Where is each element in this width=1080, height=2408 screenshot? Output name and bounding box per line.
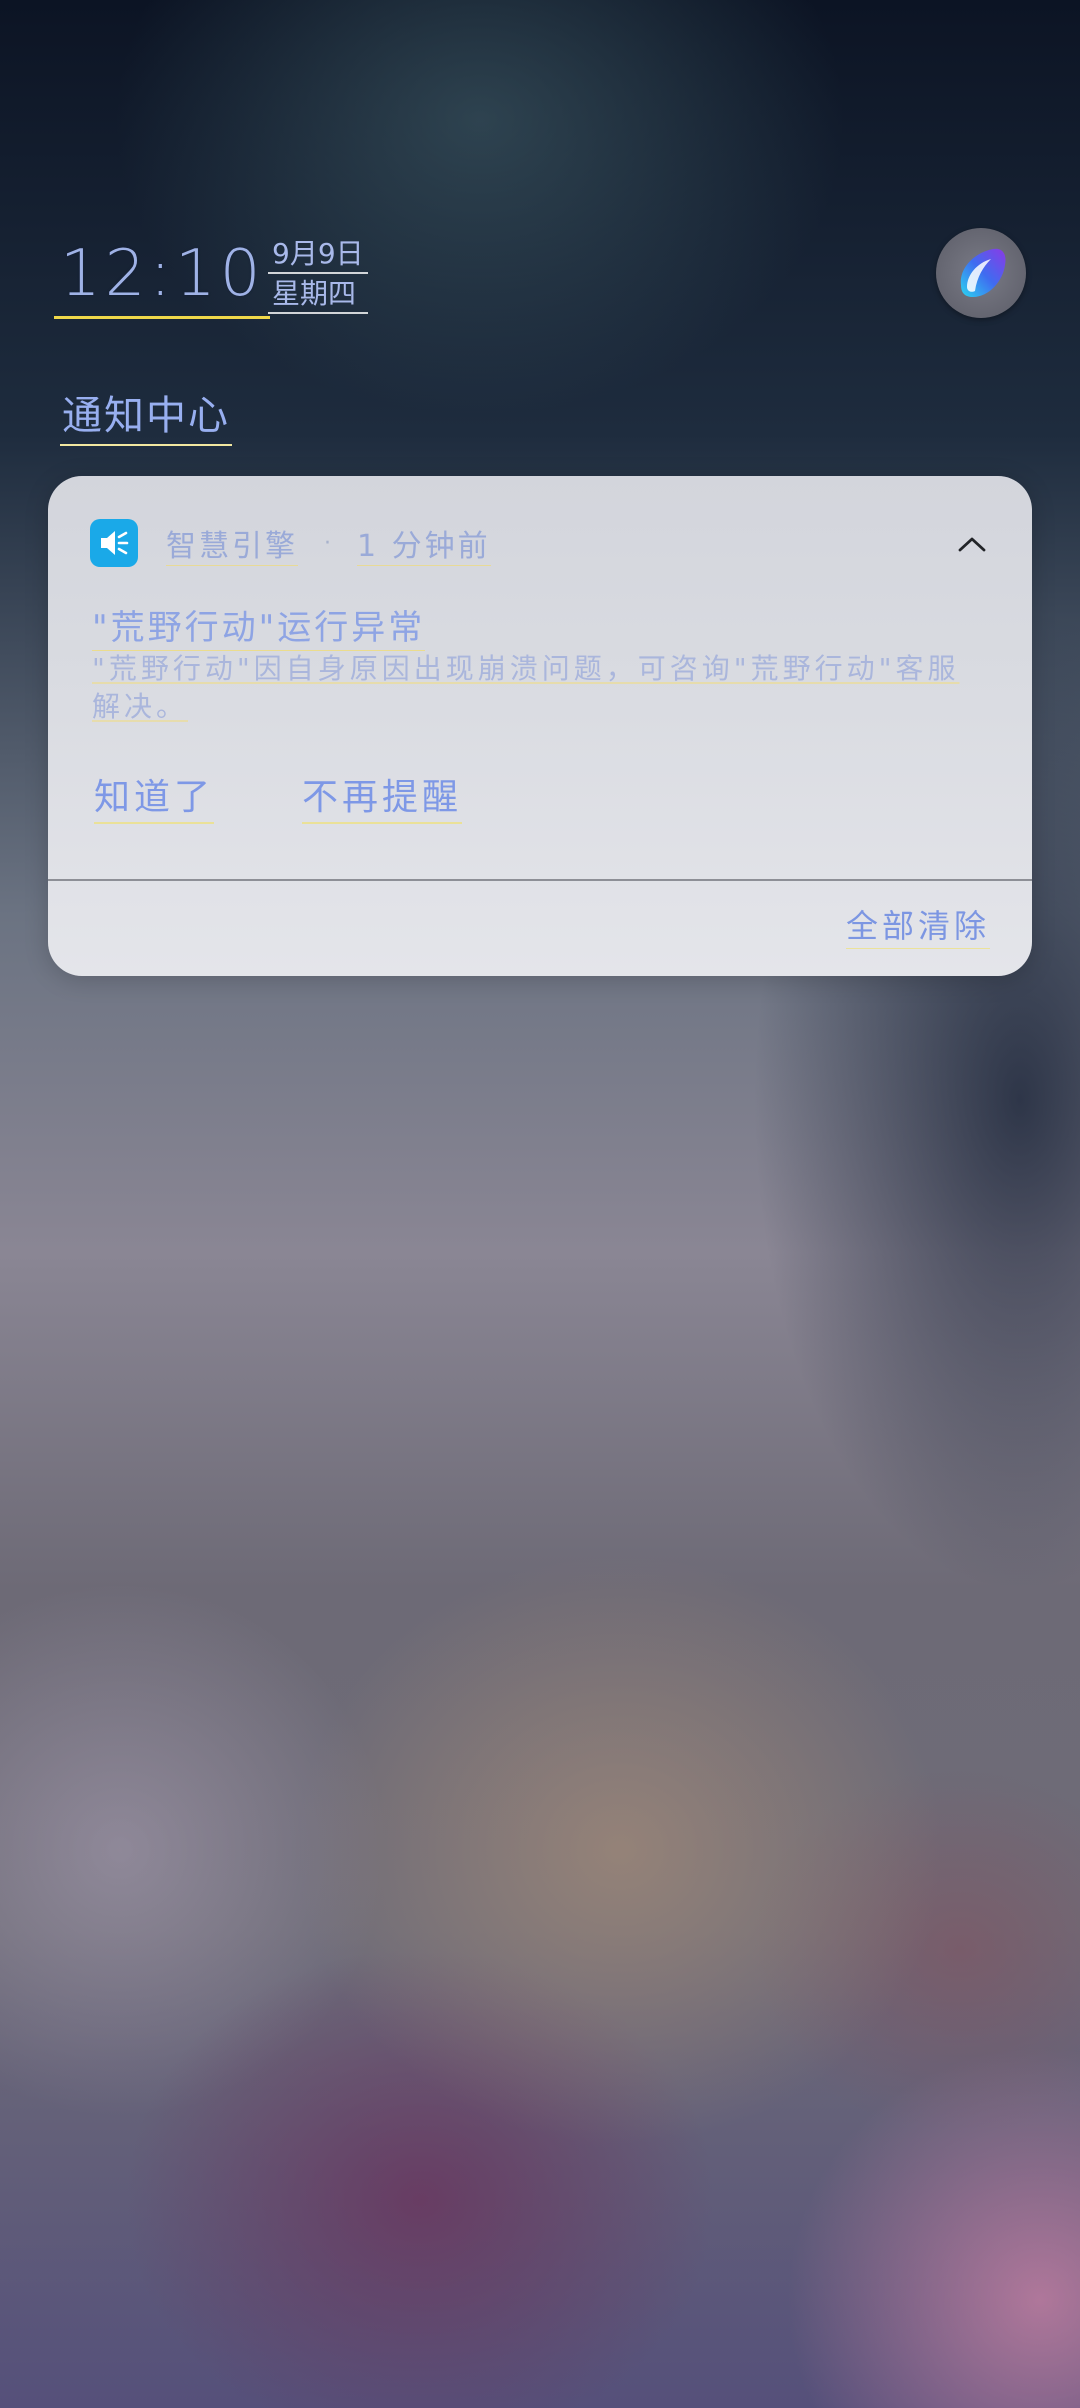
notification-time: 1 分钟前 — [357, 521, 491, 566]
chevron-up-icon — [958, 537, 986, 552]
acknowledge-button[interactable]: 知道了 — [94, 774, 215, 824]
app-name: 智慧引擎 — [166, 521, 298, 566]
app-icon — [90, 519, 138, 567]
date-text: 9月9日 — [268, 236, 368, 274]
collapse-button[interactable] — [952, 526, 992, 562]
speaker-icon — [101, 531, 129, 555]
assistant-orb-button[interactable] — [936, 228, 1026, 318]
notification-center-title: 通知中心 — [60, 392, 232, 446]
notification-title: "荒野行动"运行异常 — [92, 606, 426, 651]
notification-header: 智慧引擎 · 1 分钟前 — [90, 518, 491, 568]
clear-all-button[interactable]: 全部清除 — [845, 904, 990, 949]
separator-dot: · — [324, 530, 331, 556]
assistant-orb-icon — [960, 248, 1006, 297]
notification-card[interactable]: 智慧引擎 · 1 分钟前 "荒野行动"运行异常 "荒野行动"因自身原因出现崩溃问… — [48, 476, 1032, 976]
notification-body: "荒野行动"因自身原因出现崩溃问题，可咨询"荒野行动"客服解决。 — [92, 652, 960, 723]
weekday-text: 星期四 — [268, 276, 368, 314]
no-reminder-button[interactable]: 不再提醒 — [302, 774, 463, 824]
date-block: 9月9日 星期四 — [268, 236, 368, 314]
divider — [48, 879, 1032, 881]
clock: 12:10 — [54, 232, 271, 319]
